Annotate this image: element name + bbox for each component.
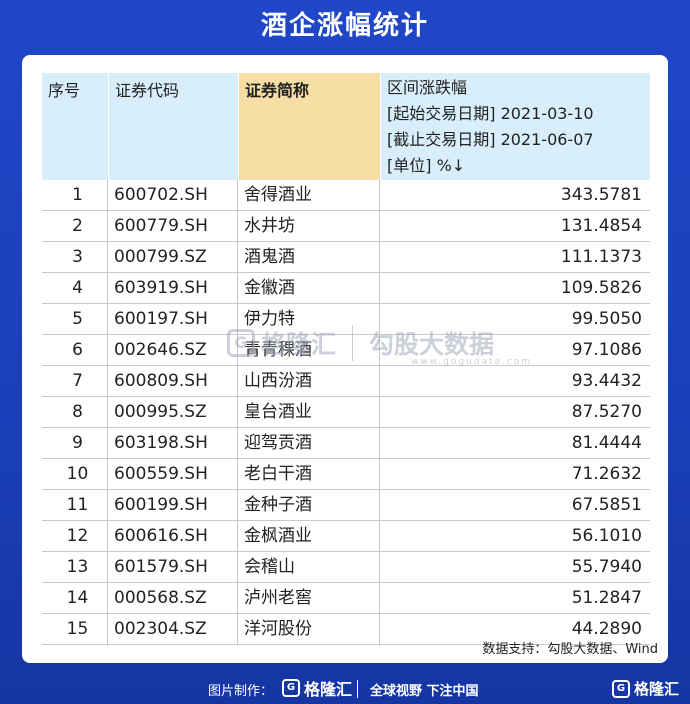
row-index: 7 <box>42 366 108 396</box>
header-end-date: [截止交易日期] 2021-06-07 <box>387 130 594 149</box>
row-code: 603198.SH <box>108 428 238 458</box>
footer: 图片制作： G 格隆汇 全球视野 下注中国 G 格隆汇 <box>0 674 690 704</box>
made-by-label: 图片制作： <box>208 684 274 699</box>
data-source: 数据支持：勾股大数据、Wind <box>482 642 658 657</box>
row-index: 8 <box>42 397 108 427</box>
row-code: 000799.SZ <box>108 242 238 272</box>
row-value: 87.5270 <box>571 402 642 422</box>
header-index[interactable]: 序号 <box>42 73 108 180</box>
table-row[interactable]: 11 600199.SH 金种子酒 67.5851 <box>42 490 650 521</box>
watermark-brand: 格隆汇 <box>261 330 337 359</box>
watermark-url: www.gogudata.com <box>411 357 533 367</box>
header-change[interactable]: 区间涨跌幅 [起始交易日期] 2021-03-10 [截止交易日期] 2021-… <box>380 73 650 180</box>
header-code[interactable]: 证券代码 <box>108 73 238 180</box>
row-index: 11 <box>42 490 108 520</box>
row-name: 泸州老窖 <box>238 583 380 613</box>
table-card: 序号 证券代码 证券简称 区间涨跌幅 [起始交易日期] 2021-03-10 [… <box>22 55 668 663</box>
row-value: 56.1010 <box>571 526 642 546</box>
header-name[interactable]: 证券简称 <box>238 73 380 180</box>
row-name: 水井坊 <box>238 211 380 241</box>
row-name: 皇台酒业 <box>238 397 380 427</box>
table-row[interactable]: 2 600779.SH 水井坊 131.4854 <box>42 211 650 242</box>
row-name: 老白干酒 <box>238 459 380 489</box>
row-name: 舍得酒业 <box>238 180 380 210</box>
page-title: 酒企涨幅统计 <box>260 11 429 41</box>
footer-brand: G 格隆汇 <box>612 678 679 699</box>
row-value: 55.7940 <box>571 557 642 577</box>
watermark-divider <box>352 325 354 361</box>
table-row[interactable]: 10 600559.SH 老白干酒 71.2632 <box>42 459 650 490</box>
table-row[interactable]: 1 600702.SH 舍得酒业 343.5781 <box>42 180 650 211</box>
row-index: 2 <box>42 211 108 241</box>
row-index: 14 <box>42 583 108 613</box>
footer-brand-text: 格隆汇 <box>634 680 680 698</box>
row-name: 迎驾贡酒 <box>238 428 380 458</box>
row-code: 000995.SZ <box>108 397 238 427</box>
row-index: 10 <box>42 459 108 489</box>
table-row[interactable]: 7 600809.SH 山西汾酒 93.4432 <box>42 366 650 397</box>
footer-logo-text: 格隆汇 <box>304 680 353 699</box>
row-code: 600559.SH <box>108 459 238 489</box>
row-index: 15 <box>42 614 108 644</box>
row-value: 343.5781 <box>560 185 642 205</box>
row-index: 5 <box>42 304 108 334</box>
table-row[interactable]: 3 000799.SZ 酒鬼酒 111.1373 <box>42 242 650 273</box>
row-code: 600809.SH <box>108 366 238 396</box>
table-row[interactable]: 12 600616.SH 金枫酒业 56.1010 <box>42 521 650 552</box>
row-code: 002304.SZ <box>108 614 238 644</box>
row-code: 000568.SZ <box>108 583 238 613</box>
row-index: 4 <box>42 273 108 303</box>
table-row[interactable]: 8 000995.SZ 皇台酒业 87.5270 <box>42 397 650 428</box>
watermark-logo-icon: G <box>227 329 255 357</box>
row-name: 山西汾酒 <box>238 366 380 396</box>
footer-slogan: 全球视野 下注中国 <box>370 684 479 699</box>
footer-logo: G 格隆汇 <box>282 676 352 700</box>
row-code: 600779.SH <box>108 211 238 241</box>
row-index: 6 <box>42 335 108 365</box>
row-value: 111.1373 <box>560 247 642 267</box>
table-body: 1 600702.SH 舍得酒业 343.5781 2 600779.SH 水井坊 131.4… <box>42 180 650 645</box>
watermark: G 格隆汇 勾股大数据 www.gogudata.com <box>227 325 530 367</box>
row-value: 67.5851 <box>571 495 642 515</box>
row-value: 93.4432 <box>571 371 642 391</box>
row-code: 600702.SH <box>108 180 238 210</box>
row-index: 3 <box>42 242 108 272</box>
row-code: 601579.SH <box>108 552 238 582</box>
header-change-title: 区间涨跌幅 <box>387 78 468 97</box>
row-index: 9 <box>42 428 108 458</box>
row-name: 酒鬼酒 <box>238 242 380 272</box>
row-value: 51.2847 <box>571 588 642 608</box>
row-code: 603919.SH <box>108 273 238 303</box>
row-name: 金徽酒 <box>238 273 380 303</box>
row-value: 81.4444 <box>571 433 642 453</box>
row-index: 13 <box>42 552 108 582</box>
row-value: 109.5826 <box>560 278 642 298</box>
header-unit: [单位] %↓ <box>387 156 466 175</box>
table-row[interactable]: 4 603919.SH 金徽酒 109.5826 <box>42 273 650 304</box>
row-code: 600197.SH <box>108 304 238 334</box>
table-header: 序号 证券代码 证券简称 区间涨跌幅 [起始交易日期] 2021-03-10 [… <box>42 73 650 180</box>
gelonghui-logo-icon: G <box>282 679 300 697</box>
table-row[interactable]: 14 000568.SZ 泸州老窖 51.2847 <box>42 583 650 614</box>
header-start-date: [起始交易日期] 2021-03-10 <box>387 104 594 123</box>
row-name: 金枫酒业 <box>238 521 380 551</box>
row-index: 1 <box>42 180 108 210</box>
row-name: 洋河股份 <box>238 614 380 644</box>
brand-logo-icon: G <box>612 679 630 698</box>
row-code: 600199.SH <box>108 490 238 520</box>
watermark-text: 勾股大数据 <box>369 330 495 359</box>
row-code: 600616.SH <box>108 521 238 551</box>
row-value: 131.4854 <box>560 216 642 236</box>
row-code: 002646.SZ <box>108 335 238 365</box>
footer-divider <box>357 680 358 698</box>
row-value: 71.2632 <box>571 464 642 484</box>
row-index: 12 <box>42 521 108 551</box>
row-name: 会稽山 <box>238 552 380 582</box>
table-row[interactable]: 13 601579.SH 会稽山 55.7940 <box>42 552 650 583</box>
table-row[interactable]: 9 603198.SH 迎驾贡酒 81.4444 <box>42 428 650 459</box>
row-name: 金种子酒 <box>238 490 380 520</box>
